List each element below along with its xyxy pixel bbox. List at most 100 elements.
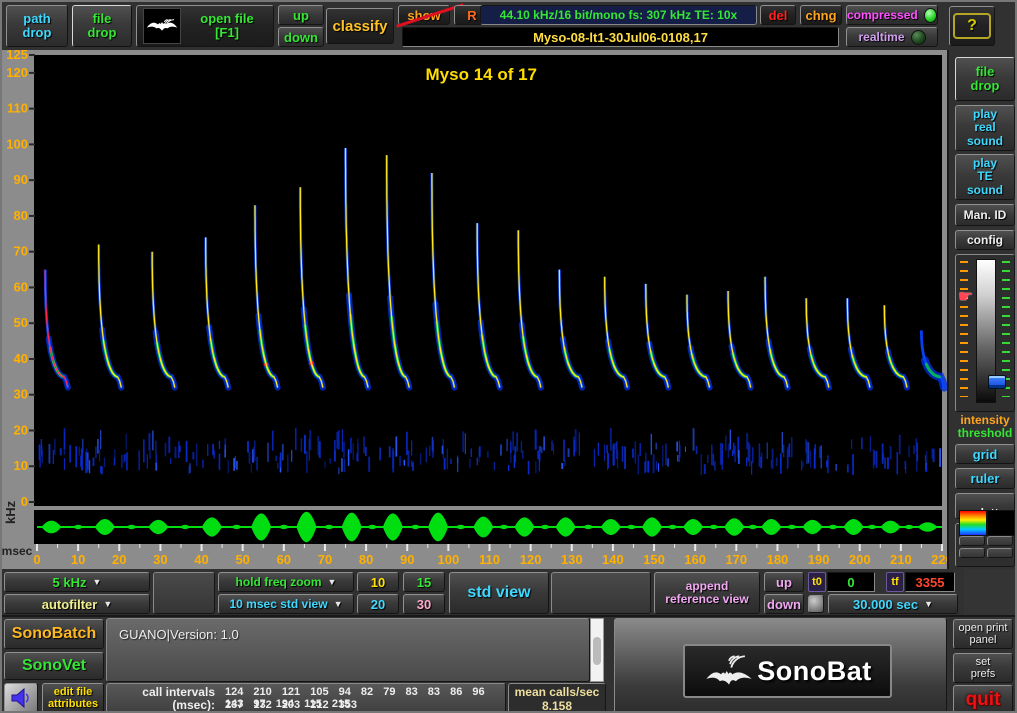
palette-rainbow-swatch[interactable] (959, 510, 987, 536)
sonovet-button[interactable]: SonoVet (4, 652, 104, 680)
svg-text:100: 100 (438, 552, 460, 567)
help-button[interactable]: ? (949, 6, 995, 46)
set-prefs-button[interactable]: set prefs (953, 653, 1013, 683)
intensity-threshold-label: intensity threshold (949, 414, 1017, 439)
sonobat-logo-text: SonoBat (757, 656, 872, 687)
manual-id-button[interactable]: Man. ID (955, 204, 1015, 226)
open-file-label: open file [F1] (181, 12, 273, 41)
palette-swatch-1[interactable] (959, 536, 985, 546)
threshold-marker-icon[interactable] (988, 375, 1006, 389)
call-intervals-row2: 237 132 203 212 353 (225, 699, 357, 711)
sonobatch-button[interactable]: SonoBatch (4, 619, 104, 649)
guano-version-text: GUANO|Version: 1.0 (119, 627, 239, 642)
quit-button[interactable]: quit (953, 685, 1013, 713)
palette-black-swatch[interactable] (987, 510, 1015, 536)
svg-text:190: 190 (808, 552, 830, 567)
svg-text:120: 120 (520, 552, 542, 567)
threshold-label: threshold (949, 427, 1017, 440)
spectrogram-canvas[interactable]: 1251201101009080706050403020100kHzmsec01… (2, 50, 947, 569)
svg-text:160: 160 (684, 552, 706, 567)
window-down-button[interactable]: down (764, 594, 804, 614)
svg-text:180: 180 (767, 552, 789, 567)
t0-value[interactable]: 0 (827, 572, 875, 592)
help-label: ? (953, 13, 991, 39)
svg-text:10: 10 (71, 552, 85, 567)
open-file-button[interactable]: open file [F1] (136, 5, 274, 47)
intensity-threshold-slider[interactable]: ☛ (955, 254, 1015, 412)
small-gray-button[interactable] (808, 595, 824, 613)
call-intervals-label: call intervals (msec): (115, 686, 215, 712)
edit-file-attributes-button[interactable]: edit file attributes (42, 683, 104, 713)
slider-ticks-left (960, 261, 968, 397)
blank-panel-2 (551, 572, 651, 614)
view-30-button[interactable]: 30 (403, 594, 445, 614)
palette-swatch-4[interactable] (987, 548, 1013, 558)
file-down-button[interactable]: down (278, 27, 324, 47)
svg-text:20: 20 (14, 422, 28, 437)
sonobat-logo-panel: SonoBat (614, 618, 947, 713)
svg-text:20: 20 (112, 552, 126, 567)
svg-text:220: 220 (931, 552, 947, 567)
tf-label: tf (886, 572, 904, 592)
append-reference-view-button[interactable]: append reference view (654, 572, 760, 614)
view-10-button[interactable]: 10 (357, 572, 399, 592)
tf-value[interactable]: 3355 (905, 572, 955, 592)
palette-swatch-2[interactable] (987, 536, 1013, 546)
show-button[interactable]: show (398, 5, 450, 25)
play-te-sound-button[interactable]: play TE sound (955, 154, 1015, 200)
view-15-button[interactable]: 15 (403, 572, 445, 592)
blank-panel (153, 572, 215, 614)
hand-pointer-icon[interactable]: ☛ (958, 287, 973, 307)
ruler-button[interactable]: ruler (955, 468, 1015, 489)
autofilter-dropdown[interactable]: autofilter▼ (4, 594, 150, 614)
bat-icon (143, 8, 181, 44)
svg-text:Myso 14 of 17: Myso 14 of 17 (426, 65, 538, 84)
svg-text:80: 80 (359, 552, 373, 567)
top-bar: path drop file drop open file [F1] up do… (2, 2, 1017, 52)
scrollbar-thumb[interactable] (593, 637, 601, 665)
palette-panel: palette (955, 523, 1015, 567)
chevron-down-icon: ▼ (924, 599, 933, 609)
freq-step-dropdown[interactable]: 5 kHz▼ (4, 572, 150, 592)
classify-button[interactable]: classify (326, 8, 394, 44)
msec-view-dropdown[interactable]: 10 msec std view▼ (218, 594, 354, 614)
window-sec-dropdown[interactable]: 30.000 sec ▼ (828, 594, 958, 614)
hold-freq-zoom-dropdown[interactable]: hold freq zoom▼ (218, 572, 354, 592)
del-button[interactable]: del (760, 5, 796, 25)
std-view-button[interactable]: std view (449, 572, 549, 614)
realtime-toggle[interactable]: realtime (846, 27, 938, 47)
svg-text:30: 30 (153, 552, 167, 567)
svg-text:kHz: kHz (3, 500, 18, 524)
svg-text:150: 150 (643, 552, 665, 567)
sidebar-file-drop-button[interactable]: file drop (955, 57, 1015, 101)
file-up-button[interactable]: up (278, 5, 324, 25)
autofilter-value: autofilter (42, 597, 98, 612)
config-button[interactable]: config (955, 230, 1015, 250)
mean-calls-label: mean calls/sec (509, 685, 605, 699)
grid-button[interactable]: grid (955, 444, 1015, 464)
chng-button[interactable]: chng (800, 5, 842, 25)
msec-view-value: 10 msec std view (230, 597, 328, 611)
palette-swatch-3[interactable] (959, 548, 985, 558)
window-sec-value: 30.000 sec (853, 597, 918, 612)
file-drop-button[interactable]: file drop (72, 5, 132, 47)
play-real-sound-button[interactable]: play real sound (955, 105, 1015, 151)
speaker-button[interactable] (4, 683, 38, 713)
right-sidebar: file drop play real sound play TE sound … (947, 50, 1017, 569)
compressed-led (924, 8, 937, 23)
compressed-toggle[interactable]: compressed (846, 5, 938, 25)
svg-text:90: 90 (14, 172, 28, 187)
realtime-label: realtime (858, 30, 904, 44)
open-print-panel-button[interactable]: open print panel (953, 619, 1013, 649)
path-drop-button[interactable]: path drop (6, 5, 68, 47)
speaker-icon (10, 688, 32, 708)
file-info-readout: 44.10 kHz/16 bit/mono fs: 307 kHz TE: 10… (480, 5, 757, 25)
svg-text:70: 70 (14, 244, 28, 259)
svg-text:60: 60 (14, 279, 28, 294)
window-up-button[interactable]: up (764, 572, 804, 592)
guano-scrollbar[interactable] (590, 618, 604, 682)
view-20-button[interactable]: 20 (357, 594, 399, 614)
guano-metadata-panel[interactable]: GUANO|Version: 1.0 (106, 618, 590, 682)
t0-label: t0 (808, 572, 826, 592)
intensity-label: intensity (949, 414, 1017, 427)
